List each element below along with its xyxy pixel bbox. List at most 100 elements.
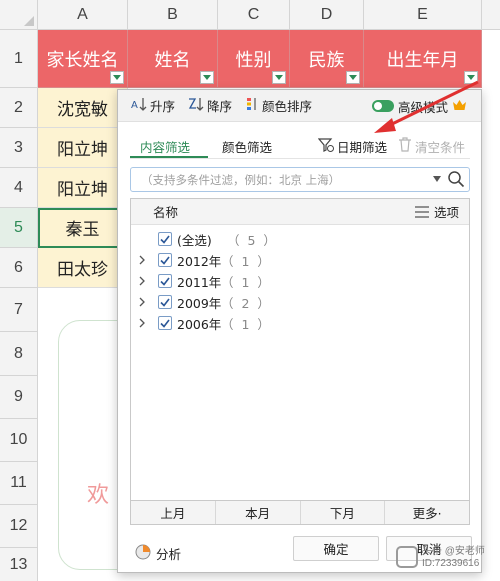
filter-value-list: 名称 选项 (全选) （ 5 ） 2012年 （ 1 ） 2011年 （ 1 ） [130, 198, 470, 501]
clear-conditions-button[interactable]: 清空条件 [398, 134, 465, 158]
filter-panel: A 升序 降序 颜色排序 高级模式 内容筛选 颜色筛选 日期筛选 清空条件 （支… [117, 89, 482, 573]
row-header-8[interactable]: 8 [0, 332, 38, 376]
filter-search-input[interactable] [131, 169, 421, 190]
row-header-5[interactable]: 5 [0, 208, 38, 248]
list-item-count: （ 1 ） [221, 274, 272, 290]
filter-dropdown-button[interactable] [464, 71, 478, 84]
row-header-4[interactable]: 4 [0, 168, 38, 208]
tab-divider [130, 158, 470, 159]
list-item-year[interactable]: 2012年 （ 1 ） [131, 250, 469, 270]
row-header-11[interactable]: 11 [0, 462, 38, 505]
header-label: 家长姓名 [46, 49, 119, 71]
sort-ascending-button[interactable]: A 升序 [118, 90, 175, 122]
filter-dropdown-button[interactable] [110, 71, 124, 84]
list-options-button[interactable]: 选项 [414, 202, 459, 221]
next-month-button[interactable]: 下月 [301, 501, 386, 524]
column-header-c[interactable]: C [218, 0, 290, 30]
tab-content-filter[interactable]: 内容筛选 [140, 134, 190, 158]
row-header-7[interactable]: 7 [0, 288, 38, 332]
crown-icon [452, 99, 467, 114]
analysis-label: 分析 [156, 547, 182, 562]
row-header-3[interactable]: 3 [0, 128, 38, 168]
cell-a3[interactable]: 阳立坤 [38, 128, 128, 168]
chevron-right-icon[interactable] [138, 275, 148, 287]
header-cell-gender[interactable]: 性别 [218, 30, 290, 88]
search-icon[interactable] [447, 170, 465, 192]
row-header-6[interactable]: 6 [0, 248, 38, 288]
filter-tabs: 内容筛选 颜色筛选 日期筛选 清空条件 [118, 134, 481, 160]
list-item-count: （ 2 ） [221, 295, 272, 311]
cell-a5[interactable]: 秦玉 [38, 208, 128, 248]
row-header-12[interactable]: 12 [0, 505, 38, 548]
select-all-corner[interactable] [0, 0, 38, 30]
column-header-a[interactable]: A [38, 0, 128, 30]
header-label: 姓名 [154, 49, 191, 71]
header-cell-ethnicity[interactable]: 民族 [290, 30, 364, 88]
chevron-right-icon[interactable] [138, 296, 148, 308]
cell-a2[interactable]: 沈宽敏 [38, 88, 128, 128]
header-cell-birth-date[interactable]: 出生年月 [364, 30, 482, 88]
filter-dropdown-button[interactable] [346, 71, 360, 84]
clear-conditions-label: 清空条件 [415, 139, 466, 155]
header-label: 性别 [235, 49, 272, 71]
pie-chart-icon [135, 544, 156, 563]
checkbox-checked-icon[interactable] [158, 274, 172, 288]
list-item-label: (全选) [177, 232, 212, 248]
search-dropdown-arrow-icon[interactable] [433, 176, 441, 182]
welcome-text: 欢 [87, 483, 110, 508]
list-header-name: 名称 [153, 205, 179, 220]
color-sort-icon [245, 97, 262, 114]
tab-color-filter[interactable]: 颜色筛选 [222, 134, 272, 158]
chevron-right-icon[interactable] [138, 254, 148, 266]
list-item-year[interactable]: 2011年 （ 1 ） [131, 271, 469, 291]
header-label: 民族 [308, 49, 345, 71]
ok-button[interactable]: 确定 [293, 536, 379, 561]
header-cell-parent-name[interactable]: 家长姓名 [38, 30, 128, 88]
list-item-count: （ 1 ） [221, 253, 272, 269]
column-header-d[interactable]: D [290, 0, 364, 30]
advanced-mode-toggle[interactable]: 高级模式 [371, 90, 467, 122]
last-month-button[interactable]: 上月 [131, 501, 216, 524]
quick-date-buttons: 上月 本月 下月 更多· [130, 501, 470, 525]
list-header: 名称 选项 [131, 199, 469, 225]
column-header-e[interactable]: E [364, 0, 482, 30]
trash-icon [398, 137, 415, 155]
date-filter-button[interactable]: 日期筛选 [317, 134, 387, 158]
cell-a4[interactable]: 阳立坤 [38, 168, 128, 208]
row-header-13[interactable]: 13 [0, 548, 38, 581]
filter-dropdown-button[interactable] [272, 71, 286, 84]
cell-a6[interactable]: 田太珍 [38, 248, 128, 288]
this-month-button[interactable]: 本月 [216, 501, 301, 524]
active-tab-indicator [130, 156, 208, 158]
toggle-switch-icon [371, 100, 394, 112]
list-item-label: 2012年 [177, 253, 222, 269]
chevron-right-icon[interactable] [138, 317, 148, 329]
sort-by-color-label: 颜色排序 [262, 99, 313, 114]
list-item-label: 2009年 [177, 295, 222, 311]
funnel-icon [317, 137, 337, 156]
column-header-b[interactable]: B [128, 0, 218, 30]
list-item-label: 2006年 [177, 316, 222, 332]
header-cell-name[interactable]: 姓名 [128, 30, 218, 88]
checkbox-checked-icon[interactable] [158, 295, 172, 309]
svg-text:A: A [131, 100, 138, 111]
list-item-year[interactable]: 2006年 （ 1 ） [131, 313, 469, 333]
checkbox-checked-icon[interactable] [158, 253, 172, 267]
sort-descending-button[interactable]: 降序 [175, 90, 232, 122]
row-header-2[interactable]: 2 [0, 88, 38, 128]
watermark: 头条 @安老师 ID:72339616 [396, 543, 496, 577]
analysis-button[interactable]: 分析 [135, 544, 181, 563]
row-header-1[interactable]: 1 [0, 30, 38, 88]
row-header-9[interactable]: 9 [0, 376, 38, 419]
more-button[interactable]: 更多· [385, 501, 469, 524]
sort-ascending-icon: A [131, 97, 150, 114]
checkbox-checked-icon[interactable] [158, 316, 172, 330]
list-item-count: （ 1 ） [221, 316, 272, 332]
filter-dropdown-button[interactable] [200, 71, 214, 84]
sort-by-color-button[interactable]: 颜色排序 [232, 90, 312, 122]
column-header-f[interactable] [482, 0, 500, 30]
list-item-select-all[interactable]: (全选) （ 5 ） [131, 229, 469, 249]
list-item-year[interactable]: 2009年 （ 2 ） [131, 292, 469, 312]
row-header-10[interactable]: 10 [0, 419, 38, 462]
checkbox-checked-icon[interactable] [158, 232, 172, 246]
